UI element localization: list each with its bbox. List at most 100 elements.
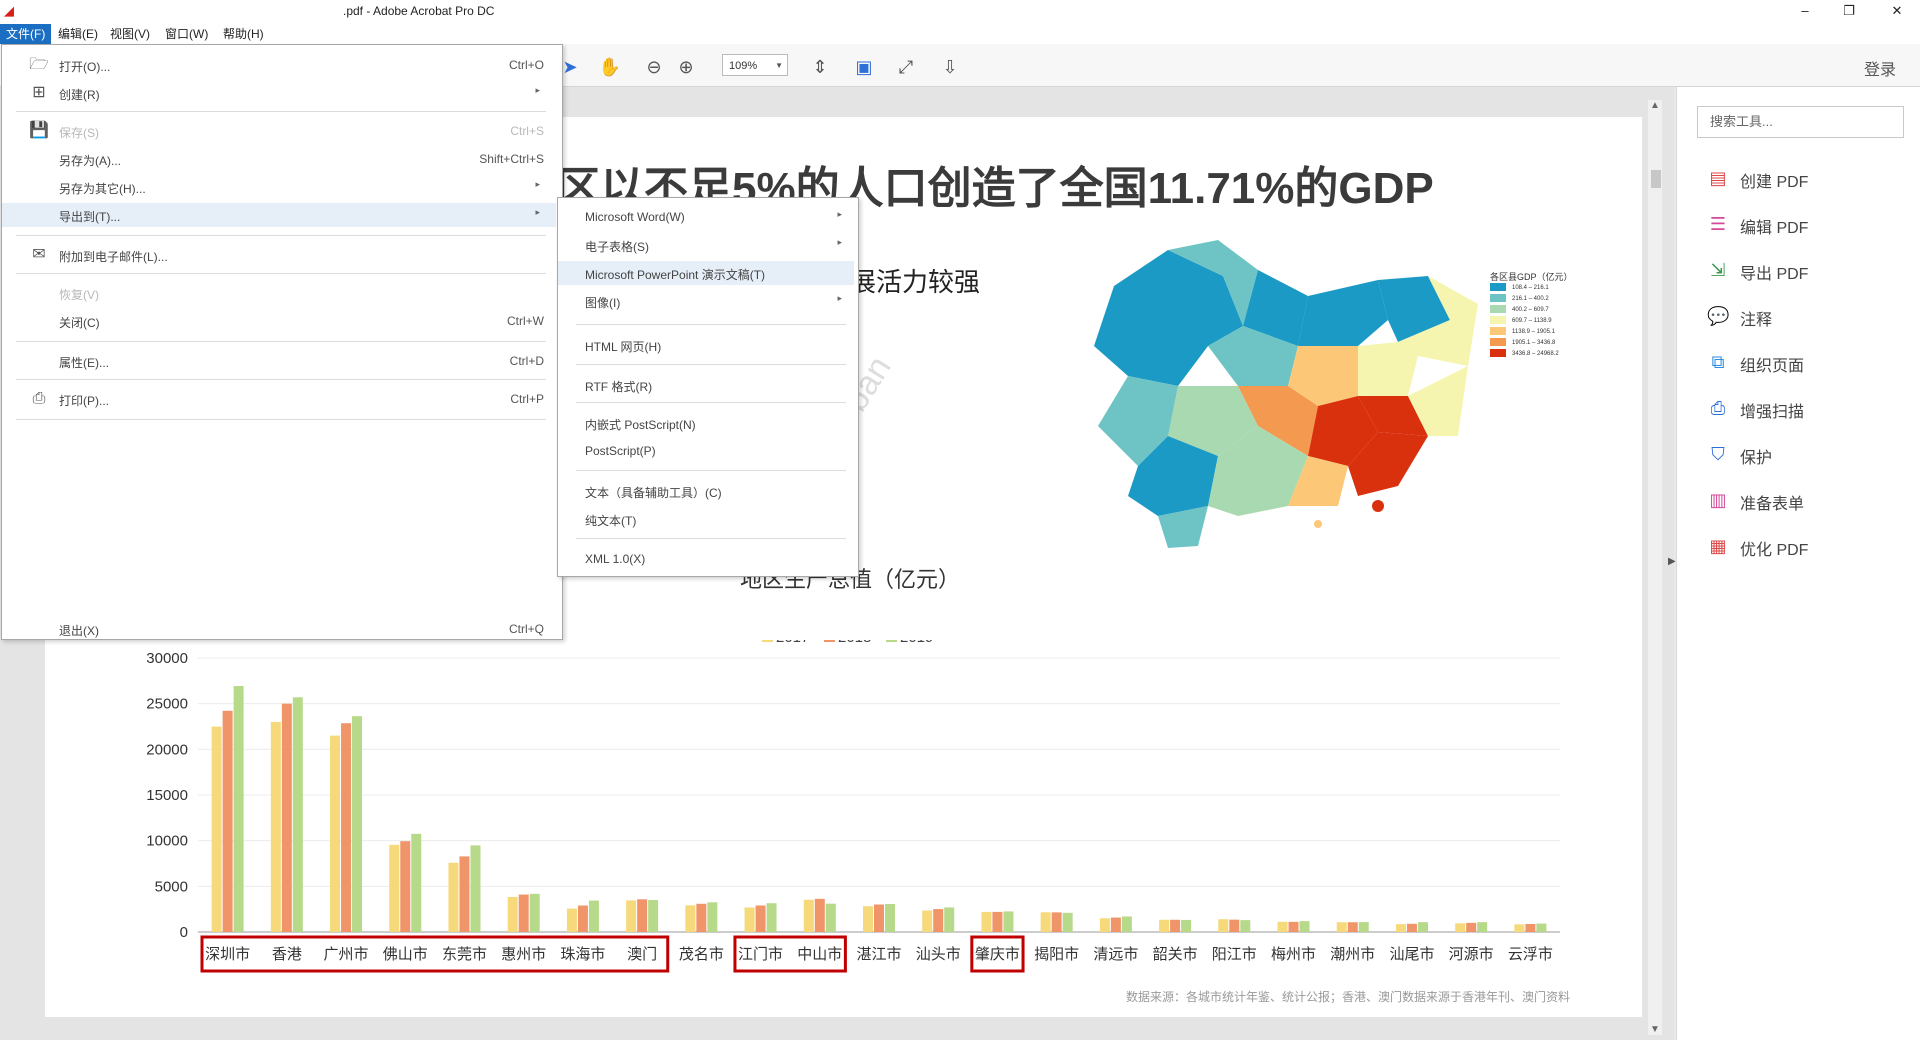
zoom-out-icon[interactable]: ⊖	[642, 56, 666, 78]
map-legend-label: 609.7 – 1138.9	[1512, 318, 1552, 324]
export-menu-item[interactable]: XML 1.0(X)	[558, 547, 854, 571]
legend-label: 2019	[900, 640, 933, 646]
file-menu-item[interactable]: 另存为其它(H)... ▸	[2, 175, 556, 199]
menu-view[interactable]: 视图(V)	[104, 24, 156, 44]
x-tick-label: 梅州市	[1271, 946, 1316, 963]
x-tick-label: 珠海市	[560, 946, 605, 963]
page-view-icon[interactable]: ▣	[852, 56, 876, 78]
bar	[233, 686, 244, 932]
zoom-select[interactable]: 109% ▼	[722, 54, 788, 76]
tool-item[interactable]: 💬 注释	[1707, 302, 1907, 330]
fit-page-icon[interactable]: ⇕	[808, 56, 832, 78]
export-menu-item[interactable]: Microsoft PowerPoint 演示文稿(T)	[558, 261, 854, 285]
minimize-button[interactable]: –	[1782, 0, 1828, 24]
vertical-scrollbar[interactable]	[1648, 100, 1662, 1035]
map-legend-row: 1138.9 – 1905.1	[1490, 327, 1573, 338]
tool-item[interactable]: ⛉ 保护	[1707, 440, 1907, 468]
bar	[529, 893, 540, 932]
tool-item[interactable]: ▥ 准备表单	[1707, 486, 1907, 514]
export-menu-item[interactable]: RTF 格式(R)	[558, 373, 854, 397]
save-icon: 💾	[29, 122, 49, 139]
file-menu-item[interactable]: ⎙ 打印(P)... Ctrl+P	[2, 387, 556, 411]
y-tick-label: 10000	[146, 833, 188, 850]
scroll-down-icon[interactable]: ▼	[1650, 1024, 1660, 1035]
scroll-up-icon[interactable]: ▲	[1650, 100, 1660, 111]
export-menu-item[interactable]: Microsoft Word(W) ▸	[558, 205, 854, 229]
menu-help[interactable]: 帮助(H)	[217, 24, 270, 44]
file-menu-item[interactable]: 属性(E)... Ctrl+D	[2, 349, 556, 373]
export-menu-item-label: 电子表格(S)	[585, 240, 649, 254]
tool-label: 注释	[1740, 312, 1773, 329]
bar	[1466, 922, 1477, 932]
collapse-pane-icon[interactable]: ▶	[1668, 556, 1676, 567]
hand-tool-icon[interactable]: ✋	[598, 56, 622, 78]
export-menu-item[interactable]: 纯文本(T)	[558, 507, 854, 531]
x-tick-label: 中山市	[797, 946, 842, 963]
bar	[626, 900, 637, 932]
bar	[1455, 923, 1466, 932]
bar	[1099, 918, 1110, 932]
bar	[1395, 924, 1406, 932]
export-menu-item[interactable]: 图像(I) ▸	[558, 289, 854, 313]
file-menu-item[interactable]: 导出到(T)... ▸	[2, 203, 556, 227]
bar	[933, 909, 944, 932]
file-menu-item[interactable]: ⊞ 创建(R) ▸	[2, 81, 556, 105]
tool-item[interactable]: ▦ 优化 PDF	[1707, 532, 1907, 560]
shortcut-label: Ctrl+W	[507, 314, 544, 328]
legend-swatch	[762, 640, 773, 642]
x-tick-label: 湛江市	[856, 946, 901, 963]
scrollbar-thumb[interactable]	[1651, 170, 1661, 188]
bar	[1336, 922, 1347, 932]
tool-item[interactable]: ⧉ 组织页面	[1707, 348, 1907, 376]
export-menu-item[interactable]: HTML 网页(H)	[558, 333, 854, 357]
export-menu-item[interactable]: 内嵌式 PostScript(N)	[558, 411, 854, 435]
bar	[944, 907, 955, 932]
file-menu-item[interactable]: 另存为(A)... Shift+Ctrl+S	[2, 147, 556, 171]
y-tick-label: 20000	[146, 741, 188, 758]
download-icon[interactable]: ⇩	[938, 56, 962, 78]
bar	[1477, 922, 1488, 932]
optimize-pdf-icon: ▦	[1709, 536, 1727, 556]
bar	[1240, 920, 1251, 932]
tool-item[interactable]: ▤ 创建 PDF	[1707, 164, 1907, 192]
shortcut-label: Shift+Ctrl+S	[479, 152, 544, 166]
bar	[1288, 921, 1299, 932]
shortcut-label: Ctrl+S	[510, 124, 544, 138]
menu-edit[interactable]: 编辑(E)	[52, 24, 104, 44]
enhance-scan-icon: ⎙	[1710, 398, 1726, 418]
email-icon: ✉	[32, 246, 46, 263]
legend-swatch	[1490, 327, 1506, 336]
close-button[interactable]: ✕	[1874, 0, 1920, 24]
tool-item[interactable]: ⎙ 增强扫描	[1707, 394, 1907, 422]
tool-item[interactable]: ☰ 编辑 PDF	[1707, 210, 1907, 238]
tool-label: 准备表单	[1740, 496, 1805, 513]
map-legend-label: 1905.1 – 3436.8	[1512, 340, 1556, 346]
export-menu-item[interactable]: PostScript(P)	[558, 439, 854, 463]
menu-file[interactable]: 文件(F)	[0, 24, 52, 44]
x-tick-label: 河源市	[1449, 946, 1494, 963]
full-screen-icon[interactable]: ⤢	[894, 56, 918, 78]
file-menu-item[interactable]: 关闭(C) Ctrl+W	[2, 309, 556, 333]
file-menu-item[interactable]: 🗁 打开(O)... Ctrl+O	[2, 53, 556, 77]
x-tick-label: 肇庆市	[975, 946, 1020, 963]
search-tools-input[interactable]: 搜索工具...	[1697, 106, 1904, 138]
export-menu-item[interactable]: 文本（具备辅助工具）(C)	[558, 479, 854, 503]
bar	[755, 905, 766, 932]
file-menu-item[interactable]: 退出(X) Ctrl+Q	[2, 617, 556, 641]
export-menu-item-label: XML 1.0(X)	[585, 552, 646, 566]
bar	[814, 898, 825, 932]
tool-label: 保护	[1740, 450, 1773, 467]
menu-window[interactable]: 窗口(W)	[159, 24, 214, 44]
zoom-in-icon[interactable]: ⊕	[674, 56, 698, 78]
file-menu-item[interactable]: ✉ 附加到电子邮件(L)...	[2, 243, 556, 267]
edit-pdf-icon: ☰	[1709, 214, 1727, 234]
menu-separator	[576, 538, 846, 539]
sign-in-link[interactable]: 登录	[1864, 56, 1896, 80]
x-tick-label: 惠州市	[501, 946, 546, 963]
x-tick-label: 云浮市	[1508, 946, 1553, 963]
menu-separator	[16, 379, 546, 380]
tool-item[interactable]: ⇲ 导出 PDF	[1707, 256, 1907, 284]
restore-button[interactable]: ❐	[1826, 0, 1872, 24]
export-menu-item[interactable]: 电子表格(S) ▸	[558, 233, 854, 257]
submenu-arrow-icon: ▸	[535, 85, 540, 95]
